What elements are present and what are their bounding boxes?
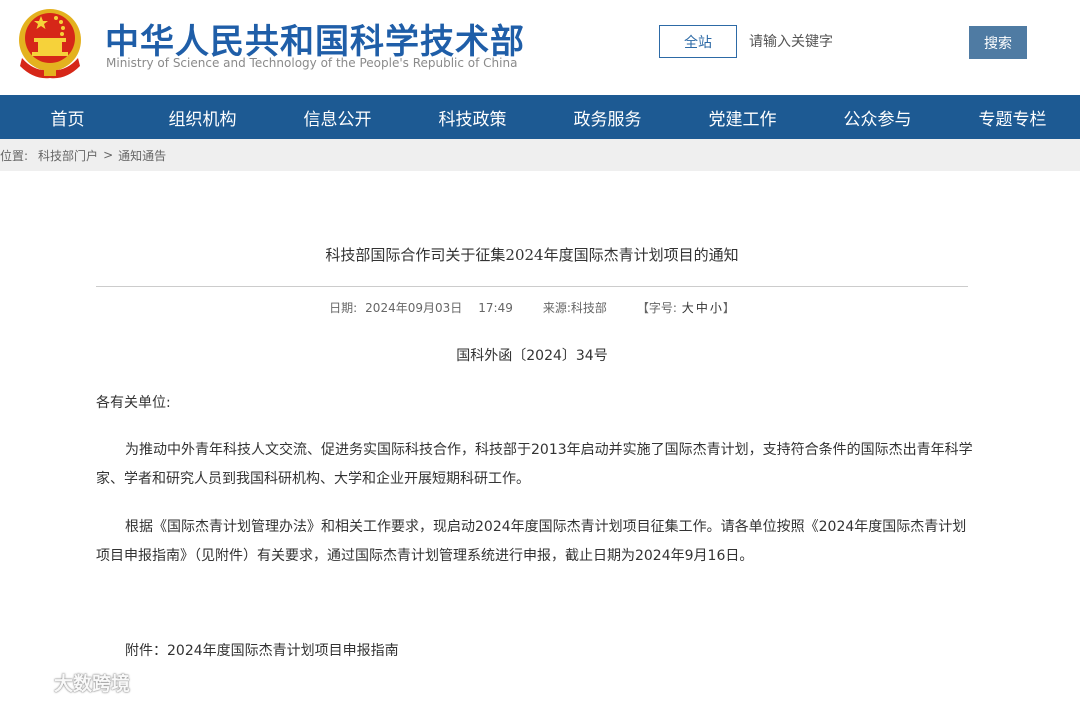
title-divider: [96, 286, 968, 287]
font-size-large[interactable]: 大: [682, 299, 694, 316]
article-title: 科技部国际合作司关于征集2024年度国际杰青计划项目的通知: [325, 246, 739, 264]
body-paragraph-2: 根据《国际杰青计划管理办法》和相关工作要求，现启动2024年度国际杰青计划项目征…: [96, 519, 967, 564]
nav-item-tech-policy[interactable]: 科技政策: [405, 95, 540, 139]
nav-item-information-disclosure[interactable]: 信息公开: [270, 95, 405, 139]
salutation: 各有关单位:: [96, 395, 171, 411]
font-size-small[interactable]: 小: [710, 299, 722, 316]
font-size-medium[interactable]: 中: [696, 299, 708, 316]
search-input[interactable]: [740, 25, 960, 58]
nav-item-home[interactable]: 首页: [0, 95, 135, 139]
body-paragraph-1: 为推动中外青年科技人文交流、促进务实国际科技合作，科技部于2013年启动并实施了…: [96, 442, 973, 487]
breadcrumb: 前位置: 科技部门户 > 通知通告: [0, 139, 1080, 171]
search-button[interactable]: 搜索: [969, 26, 1027, 59]
site-subtitle: Ministry of Science and Technology of th…: [106, 56, 518, 70]
national-emblem-icon[interactable]: [14, 6, 86, 80]
font-size-bracket-close: 】: [722, 301, 735, 315]
publish-time: 17:49: [478, 301, 513, 315]
nav-item-organization[interactable]: 组织机构: [135, 95, 270, 139]
source-value: 科技部: [570, 301, 607, 315]
font-size-label: 【字号:: [636, 301, 677, 315]
nav-item-public-participation[interactable]: 公众参与: [810, 95, 945, 139]
search-scope-select[interactable]: 全站: [659, 25, 737, 58]
nav-item-party-building[interactable]: 党建工作: [675, 95, 810, 139]
document-number: 国科外函〔2024〕34号: [456, 348, 608, 364]
article-meta: 日期: 2024年09月03日 17:49 来源:科技部 【字号: 大中小】: [96, 299, 968, 316]
nav-item-government-services[interactable]: 政务服务: [540, 95, 675, 139]
watermark-text: 大数跨境: [54, 672, 131, 695]
site-header: 中华人民共和国科学技术部 Ministry of Science and Tec…: [0, 0, 1080, 95]
publish-date: 2024年09月03日: [365, 301, 463, 315]
breadcrumb-prefix: 前位置:: [0, 148, 29, 163]
breadcrumb-link-notices[interactable]: 通知通告: [118, 147, 166, 164]
main-nav: 首页 组织机构 信息公开 科技政策 政务服务 党建工作 公众参与 专题专栏: [0, 95, 1080, 139]
weibo-icon: [9, 668, 48, 696]
breadcrumb-link-portal[interactable]: 科技部门户: [38, 147, 98, 164]
date-label: 日期:: [329, 301, 358, 315]
watermark: 大数跨境: [8, 668, 130, 696]
breadcrumb-separator: >: [103, 148, 114, 162]
source-label: 来源:: [542, 301, 571, 315]
nav-item-special-topics[interactable]: 专题专栏: [945, 95, 1080, 139]
attachment-link[interactable]: 附件：2024年度国际杰青计划项目申报指南: [125, 637, 1005, 666]
